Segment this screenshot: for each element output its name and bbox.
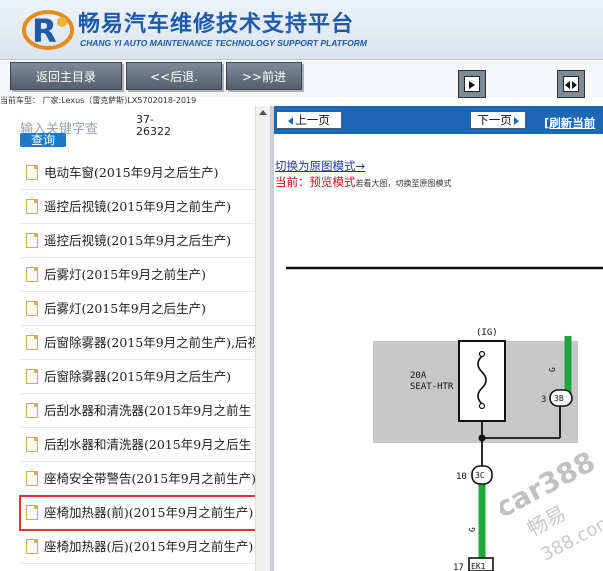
document-icon	[26, 471, 38, 486]
list-item[interactable]: 后雾灯(2015年9月之前生产)	[20, 258, 256, 292]
list-item[interactable]: 后窗除雾器(2015年9月之前生产),后视	[20, 326, 256, 360]
wiring-diagram: (IG) 20A SEAT-HTR G G 3 3B 10 3C 17 EK1	[286, 266, 603, 571]
svg-text:R: R	[32, 12, 57, 50]
pin-10-label: 10	[456, 472, 467, 482]
fuse-name: SEAT-HTR	[410, 382, 454, 392]
mode-status: 当前：预览模式若看大图，切换至原图模式	[275, 174, 452, 190]
document-icon	[26, 369, 38, 384]
next-page-label: 下一页	[477, 113, 512, 127]
ig-label: (IG)	[476, 328, 498, 338]
list-item-label: 后刮水器和清洗器(2015年9月之后生	[44, 437, 252, 452]
switch-mode-link[interactable]: 切换为原图模式→	[275, 158, 365, 174]
list-item-label: 座椅安全带警告(2015年9月之前生产)	[44, 471, 256, 486]
document-icon	[26, 403, 38, 418]
list-item[interactable]: 后窗除雾器(2015年9月之后生产)	[20, 360, 256, 394]
back-button[interactable]: <<后退.	[126, 62, 222, 90]
arrow-right-icon	[513, 116, 519, 125]
brand-subtitle: CHANG YI AUTO MAINTENANCE TECHNOLOGY SUP…	[80, 38, 367, 48]
logo-icon: R	[22, 10, 74, 50]
arrow-left-icon	[288, 116, 294, 125]
scrollbar[interactable]	[255, 106, 270, 571]
car-model-info: 当前车型： 厂家:Lexus（雷克萨斯)LX5702018-2019	[0, 96, 197, 105]
wire-color-g-right: G	[548, 367, 557, 372]
list-item-label: 遥控后视镜(2015年9月之后生产)	[44, 233, 232, 248]
header: R 畅易汽车维修技术支持平台 CHANG YI AUTO MAINTENANCE…	[0, 0, 603, 60]
prev-page-label: 上一页	[295, 113, 330, 127]
connector-3b-label: 3B	[554, 394, 564, 403]
next-page-button[interactable]: 下一页	[470, 111, 526, 129]
brand-title: 畅易汽车维修技术支持平台	[78, 12, 355, 37]
document-icon	[26, 539, 38, 554]
list-item-label: 遥控后视镜(2015年9月之前生产)	[44, 199, 232, 214]
list-item-label: 电动车窗(2015年9月之后生产)	[44, 165, 219, 180]
search-button[interactable]: 查询	[20, 133, 66, 147]
fuse-terminal-top	[478, 350, 486, 358]
pin-3-label: 3	[541, 395, 546, 405]
list-item[interactable]: 遥控后视镜(2015年9月之后生产)	[20, 224, 256, 258]
list-item-label: 后窗除雾器(2015年9月之前生产),后视	[44, 335, 256, 350]
prev-page-button[interactable]: 上一页	[276, 111, 342, 129]
collapse-menu-button[interactable]	[458, 70, 486, 98]
refresh-link[interactable]: [刷新当前	[544, 115, 595, 131]
document-icon	[26, 165, 38, 180]
expand-icon	[563, 76, 579, 92]
list-item[interactable]: 电动车窗(2015年9月之后生产)	[20, 156, 256, 190]
document-icon	[26, 233, 38, 248]
connector-3c-label: 3C	[475, 471, 485, 480]
list-item[interactable]: 遥控后视镜(2015年9月之前生产)	[20, 190, 256, 224]
viewer-panel: 上一页 下一页 [刷新当前 切换为原图模式→ 当前：预览模式若看大图，切换至原图…	[274, 106, 603, 571]
forward-button[interactable]: >>前进	[226, 62, 302, 90]
toolbar: 返回主目录 <<后退. >>前进 全屏 菜单	[0, 60, 603, 156]
connector-ek1-label: EK1	[471, 562, 486, 571]
scroll-up-icon[interactable]	[259, 110, 267, 115]
document-icon	[26, 505, 38, 520]
list-item-label: 座椅加热器(后)(2015年9月之前生产)	[44, 539, 254, 554]
document-icon	[26, 199, 38, 214]
fullscreen-button[interactable]	[557, 70, 585, 98]
list-item[interactable]: 后刮水器和清洗器(2015年9月之前生	[20, 394, 256, 428]
page-nav-bar: 上一页 下一页 [刷新当前	[274, 106, 603, 134]
list-item[interactable]: 座椅加热器(前)(2015年9月之前生产)	[19, 495, 257, 531]
fuse-terminal-bottom	[478, 402, 486, 410]
list-item[interactable]: 座椅加热器(后)(2015年9月之前生产)	[20, 530, 256, 564]
list-item-label: 后雾灯(2015年9月之后生产)	[44, 301, 207, 316]
mode-hint: 若看大图，切换至原图模式	[355, 179, 452, 188]
pin-17-label: 17	[453, 563, 464, 571]
list-item[interactable]: 后刮水器和清洗器(2015年9月之后生	[20, 428, 256, 462]
document-icon	[26, 267, 38, 282]
document-icon	[26, 437, 38, 452]
list-item-label: 座椅加热器(前)(2015年9月之前生产)	[44, 505, 254, 520]
left-panel: 输入关键字查 查询 37-26322 电动车窗(2015年9月之后生产) 遥控后视…	[0, 106, 270, 571]
fuse-rating: 20A	[410, 371, 427, 381]
topic-list: 电动车窗(2015年9月之后生产) 遥控后视镜(2015年9月之前生产) 遥控后视镜…	[19, 156, 257, 564]
list-item[interactable]: 后雾灯(2015年9月之后生产)	[20, 292, 256, 326]
list-item-label: 后刮水器和清洗器(2015年9月之前生	[44, 403, 252, 418]
document-icon	[26, 335, 38, 350]
arrow-right-icon	[464, 76, 480, 92]
document-icon	[26, 301, 38, 316]
home-button[interactable]: 返回主目录	[10, 62, 122, 90]
list-item-label: 后窗除雾器(2015年9月之后生产)	[44, 369, 232, 384]
wire-color-g-left: G	[468, 527, 477, 532]
list-item-label: 后雾灯(2015年9月之前生产)	[44, 267, 207, 282]
search-hit-count: 37-26322	[136, 113, 171, 138]
list-item[interactable]: 座椅安全带警告(2015年9月之前生产)	[20, 462, 256, 496]
mode-name: 预览模式	[309, 175, 356, 189]
mode-prefix: 当前：	[275, 175, 310, 189]
